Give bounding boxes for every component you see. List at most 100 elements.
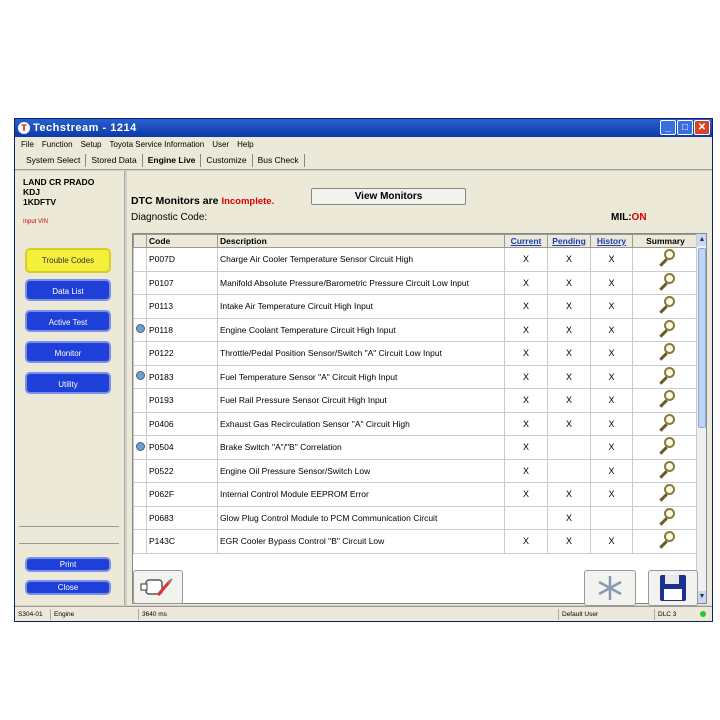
dtc-description: Fuel Temperature Sensor "A" Circuit High… <box>217 364 505 389</box>
tab-customize[interactable]: Customize <box>201 153 253 167</box>
maximize-icon[interactable]: □ <box>677 120 693 135</box>
current-status: X <box>504 364 548 389</box>
dtc-code: P007D <box>146 247 218 272</box>
magnifier-icon[interactable] <box>656 483 676 503</box>
sidebar: LAND CR PRADO KDJ 1KDFTV Input VIN Troub… <box>15 171 125 605</box>
close-icon[interactable]: ✕ <box>694 120 710 135</box>
history-status: X <box>590 458 633 483</box>
magnifier-icon[interactable] <box>656 272 676 292</box>
menu-help[interactable]: Help <box>237 140 253 149</box>
menu-user[interactable]: User <box>212 140 229 149</box>
table-row[interactable]: P0683 Glow Plug Control Module to PCM Com… <box>133 505 699 530</box>
table-row[interactable]: P0193 Fuel Rail Pressure Sensor Circuit H… <box>133 388 699 413</box>
pending-status: X <box>547 247 591 272</box>
magnifier-icon[interactable] <box>656 342 676 362</box>
magnifier-icon[interactable] <box>656 530 676 550</box>
dtc-code: P0522 <box>146 458 218 483</box>
tab-bus-check[interactable]: Bus Check <box>253 153 305 167</box>
table-scrollbar[interactable]: ▲ ▼ <box>696 234 706 603</box>
magnifier-icon[interactable] <box>656 366 676 386</box>
magnifier-icon[interactable] <box>656 460 676 480</box>
monitor-button[interactable]: Monitor <box>25 341 111 363</box>
scroll-up-icon[interactable]: ▲ <box>697 234 706 246</box>
menu-tsi[interactable]: Toyota Service Information <box>109 140 204 149</box>
magnifier-icon[interactable] <box>656 248 676 268</box>
tab-stored-data[interactable]: Stored Data <box>86 153 143 167</box>
table-header-row: Code Description Current Pending History… <box>133 234 699 248</box>
table-row[interactable]: P0406 Exhaust Gas Recirculation Sensor "A… <box>133 411 699 436</box>
menu-bar: File Function Setup Toyota Service Infor… <box>15 137 712 151</box>
magnifier-icon[interactable] <box>656 389 676 409</box>
dtc-code: P062F <box>146 482 218 507</box>
code-column-header[interactable]: Code <box>146 234 218 248</box>
menu-setup[interactable]: Setup <box>81 140 102 149</box>
current-column-header[interactable]: Current <box>504 234 548 248</box>
utility-button[interactable]: Utility <box>25 372 111 394</box>
print-button[interactable]: Print <box>25 557 111 572</box>
trouble-codes-button[interactable]: Trouble Codes <box>25 248 111 273</box>
magnifier-icon[interactable] <box>656 413 676 433</box>
table-row[interactable]: P062F Internal Control Module EEPROM Erro… <box>133 482 699 507</box>
mil-status: MIL:ON <box>611 212 647 223</box>
pending-status <box>547 458 591 483</box>
summary-cell <box>632 388 699 413</box>
techstream-window: T Techstream - 1214 _ □ ✕ File Function … <box>14 118 713 622</box>
table-row[interactable]: P0122 Throttle/Pedal Position Sensor/Swit… <box>133 341 699 366</box>
dtc-code: P0406 <box>146 411 218 436</box>
dtc-description: EGR Cooler Bypass Control "B" Circuit Lo… <box>217 529 505 554</box>
pending-status <box>547 435 591 460</box>
summary-cell <box>632 529 699 554</box>
title-bar: T Techstream - 1214 _ □ ✕ <box>15 119 712 137</box>
main-panel: DTC Monitors are Incomplete. View Monito… <box>127 171 712 605</box>
close-button[interactable]: Close <box>25 580 111 595</box>
pending-status: X <box>547 341 591 366</box>
dtc-code: P0107 <box>146 270 218 295</box>
scroll-down-icon[interactable]: ▼ <box>697 591 706 603</box>
table-row[interactable]: P0183 Fuel Temperature Sensor "A" Circuit… <box>133 364 699 389</box>
status-dlc: DLC 3 <box>658 611 677 618</box>
magnifier-icon[interactable] <box>656 436 676 456</box>
view-monitors-button[interactable]: View Monitors <box>311 188 466 205</box>
clear-dtc-button[interactable] <box>133 570 183 604</box>
current-status: X <box>504 341 548 366</box>
flag-cell <box>133 388 147 413</box>
table-row[interactable]: P0118 Engine Coolant Temperature Circuit … <box>133 317 699 342</box>
freeze-frame-button[interactable] <box>584 570 636 606</box>
data-list-button[interactable]: Data List <box>25 279 111 301</box>
dtc-description: Throttle/Pedal Position Sensor/Switch "A… <box>217 341 505 366</box>
magnifier-icon[interactable] <box>656 295 676 315</box>
tab-system-select[interactable]: System Select <box>21 153 87 167</box>
scroll-thumb[interactable] <box>698 248 706 428</box>
history-status: X <box>590 247 633 272</box>
table-row[interactable]: P007D Charge Air Cooler Temperature Senso… <box>133 247 699 272</box>
dtc-code: P0683 <box>146 505 218 530</box>
minimize-icon[interactable]: _ <box>660 120 676 135</box>
dtc-code: P143C <box>146 529 218 554</box>
flag-cell <box>133 341 147 366</box>
history-column-header[interactable]: History <box>590 234 633 248</box>
history-status: X <box>590 341 633 366</box>
dtc-table: Code Description Current Pending History… <box>133 234 699 554</box>
table-row[interactable]: P143C EGR Cooler Bypass Control "B" Circu… <box>133 529 699 554</box>
table-row[interactable]: P0522 Engine Oil Pressure Sensor/Switch L… <box>133 458 699 483</box>
connection-status-icon <box>700 611 706 617</box>
input-vin-link[interactable]: Input VIN <box>23 219 48 225</box>
sidebar-divider <box>19 543 119 544</box>
clear-dtc-icon <box>140 578 173 596</box>
pending-column-header[interactable]: Pending <box>547 234 591 248</box>
table-row[interactable]: P0113 Intake Air Temperature Circuit High… <box>133 294 699 319</box>
flag-cell <box>133 294 147 319</box>
menu-function[interactable]: Function <box>42 140 73 149</box>
save-button[interactable] <box>648 570 698 606</box>
menu-file[interactable]: File <box>21 140 34 149</box>
table-row[interactable]: P0504 Brake Switch "A"/"B" Correlation X X <box>133 435 699 460</box>
history-status: X <box>590 435 633 460</box>
description-column-header[interactable]: Description <box>217 234 505 248</box>
magnifier-icon[interactable] <box>656 507 676 527</box>
tab-engine-live[interactable]: Engine Live <box>143 153 202 167</box>
dtc-status-label: DTC Monitors are <box>131 195 219 207</box>
dtc-description: Intake Air Temperature Circuit High Inpu… <box>217 294 505 319</box>
table-row[interactable]: P0107 Manifold Absolute Pressure/Barometr… <box>133 270 699 295</box>
magnifier-icon[interactable] <box>656 319 676 339</box>
active-test-button[interactable]: Active Test <box>25 310 111 332</box>
